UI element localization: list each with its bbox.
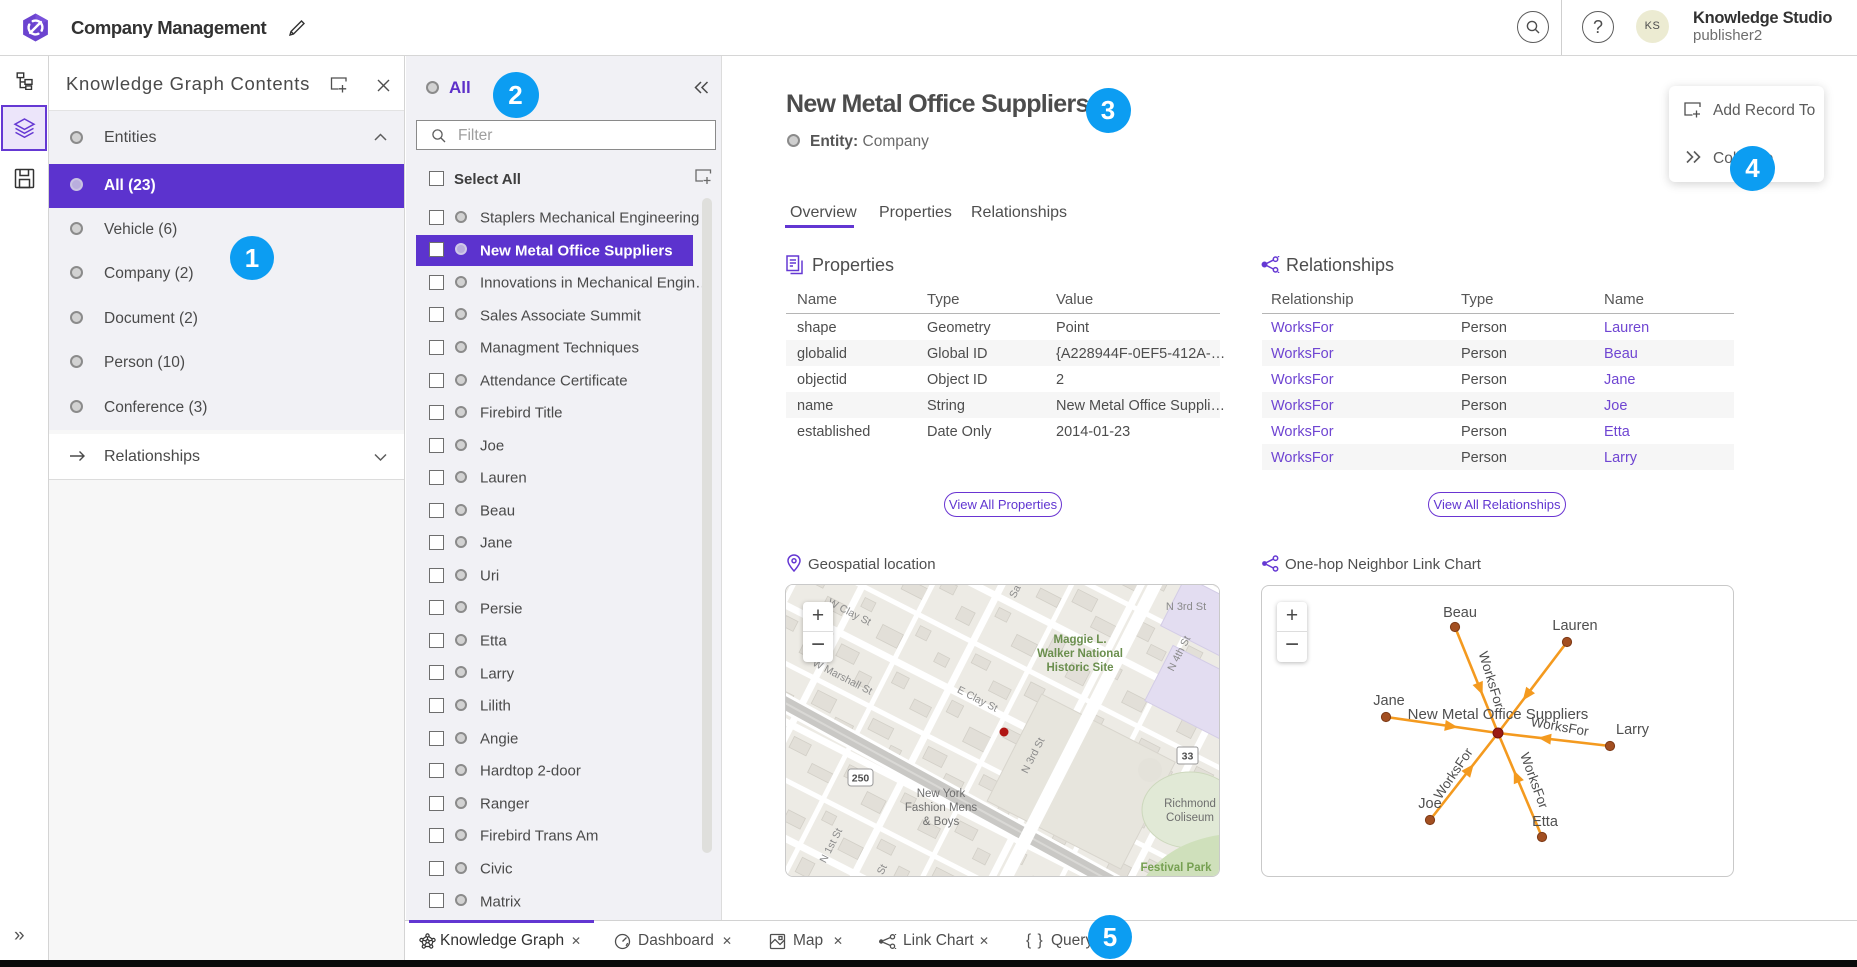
svg-text:Beau: Beau xyxy=(1443,605,1477,621)
svg-text:N 3rd St: N 3rd St xyxy=(1166,601,1206,613)
svg-text:Lauren: Lauren xyxy=(1552,618,1597,634)
svg-text:Coliseum: Coliseum xyxy=(1166,812,1214,824)
svg-text:Maggie L.: Maggie L. xyxy=(1053,634,1106,646)
svg-text:WorksFor: WorksFor xyxy=(1476,650,1508,711)
svg-text:New York: New York xyxy=(917,788,966,800)
svg-text:33: 33 xyxy=(1182,751,1194,763)
svg-text:Fashion Mens: Fashion Mens xyxy=(905,802,977,814)
svg-text:Festival Park: Festival Park xyxy=(1141,862,1213,874)
svg-text:Etta: Etta xyxy=(1532,814,1559,830)
svg-text:Historic Site: Historic Site xyxy=(1046,662,1113,674)
svg-text:Larry: Larry xyxy=(1616,722,1650,738)
svg-text:& Boys: & Boys xyxy=(923,816,960,828)
svg-text:Richmond: Richmond xyxy=(1164,798,1216,810)
svg-text:Walker National: Walker National xyxy=(1037,648,1123,660)
svg-text:250: 250 xyxy=(852,773,870,785)
svg-text:Jane: Jane xyxy=(1373,693,1404,709)
